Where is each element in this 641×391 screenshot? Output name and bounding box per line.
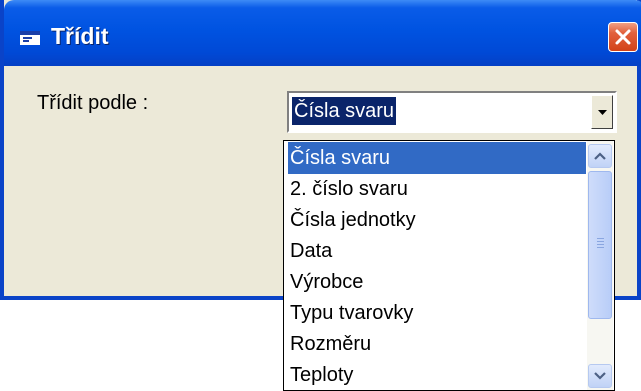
grip-line bbox=[597, 241, 604, 242]
list-item[interactable]: Teploty bbox=[288, 359, 586, 390]
list-item[interactable]: Data bbox=[288, 235, 586, 267]
scroll-up-button[interactable] bbox=[588, 144, 612, 168]
close-button[interactable] bbox=[608, 22, 638, 52]
window-title: Třídit bbox=[51, 23, 109, 49]
scrollbar-thumb[interactable] bbox=[588, 171, 612, 319]
combobox-dropdown-button[interactable] bbox=[591, 95, 613, 129]
sort-by-label: Třídit podle : bbox=[37, 92, 149, 114]
list-item[interactable]: Typu tvarovky bbox=[288, 297, 586, 329]
chevron-up-icon bbox=[594, 152, 606, 160]
list-item[interactable]: Čísla svaru bbox=[288, 142, 586, 174]
title-bar[interactable]: Třídit bbox=[4, 0, 641, 66]
window-icon bbox=[20, 30, 40, 45]
grip-line bbox=[597, 238, 604, 239]
list-item[interactable]: Čísla jednotky bbox=[288, 204, 586, 236]
sort-by-combobox[interactable]: Čísla svaru bbox=[287, 91, 617, 133]
close-icon bbox=[615, 29, 631, 45]
chevron-down-icon bbox=[598, 110, 607, 115]
vertical-scrollbar[interactable] bbox=[587, 141, 613, 390]
sort-by-value: Čísla svaru bbox=[292, 97, 397, 125]
list-item[interactable]: Výrobce bbox=[288, 266, 586, 298]
sort-by-dropdown-list[interactable]: Čísla svaru 2. číslo svaru Čísla jednotk… bbox=[283, 140, 615, 391]
grip-line bbox=[597, 244, 604, 245]
grip-line bbox=[597, 247, 604, 248]
scroll-down-button[interactable] bbox=[588, 364, 612, 388]
list-item[interactable]: 2. číslo svaru bbox=[288, 173, 586, 205]
chevron-down-icon bbox=[594, 372, 606, 380]
list-item[interactable]: Rozměru bbox=[288, 328, 586, 360]
